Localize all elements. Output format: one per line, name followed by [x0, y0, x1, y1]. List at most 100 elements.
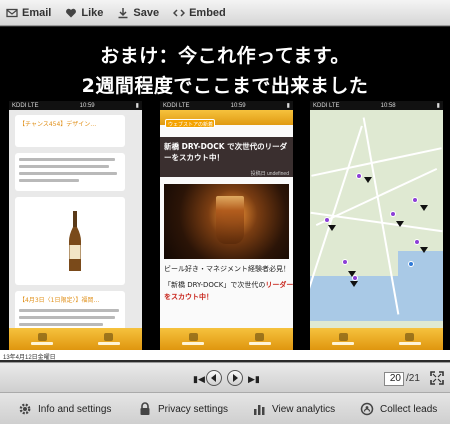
category-badge-label: ウェブストアの新着	[168, 122, 214, 128]
gear-icon	[19, 403, 31, 415]
map-marker-icon	[420, 205, 428, 211]
map-marker-icon	[350, 281, 358, 287]
beer-glass-icon	[216, 196, 244, 244]
collect-leads-button[interactable]: Collect leads	[360, 402, 437, 416]
news-card-title: 【チャンス454】デザイン…	[19, 121, 97, 128]
map-marker-icon	[420, 247, 428, 253]
news-tab-icon	[188, 333, 198, 341]
info-settings-label: Info and settings	[38, 403, 112, 415]
news-tab-icon	[37, 333, 47, 341]
phone-status-bar: KDDI LTE 10:59 ▮	[160, 101, 293, 110]
embed-button[interactable]: Embed	[173, 7, 226, 19]
collect-leads-label: Collect leads	[380, 403, 438, 415]
page-number-input[interactable]: 20	[384, 372, 404, 386]
app-tab-bar	[160, 328, 293, 350]
map-road	[315, 167, 438, 227]
last-slide-button[interactable]: ▶▮	[248, 374, 260, 385]
text-line	[19, 316, 115, 319]
map-pin-icon	[414, 239, 420, 245]
beer-glass-photo	[164, 184, 289, 259]
beer-bottle-image	[69, 211, 81, 271]
email-label: Email	[22, 6, 52, 19]
top-toolbar: Email Like Save Embed	[0, 0, 450, 26]
slide-title-line1: おまけ：今これ作ってます。	[100, 45, 350, 67]
carrier-label: KDDI LTE	[163, 102, 190, 109]
bar-chart-icon	[254, 405, 265, 415]
text-line	[19, 309, 119, 312]
gear-tab-icon	[255, 333, 265, 341]
battery-icon: ▮	[286, 103, 290, 109]
map-marker-icon	[328, 225, 336, 231]
email-button[interactable]: Email	[6, 7, 51, 19]
text-line	[19, 323, 103, 326]
page-total: /21	[406, 373, 420, 384]
phone-status-bar: KDDI LTE 10:58 ▮	[310, 101, 443, 110]
privacy-settings-button[interactable]: Privacy settings	[138, 402, 228, 416]
save-button[interactable]: Save	[117, 7, 159, 19]
carrier-label: KDDI LTE	[12, 102, 39, 109]
app-tab-bar	[9, 328, 142, 350]
article-text-highlight: リーダー	[265, 281, 293, 289]
next-slide-button[interactable]	[227, 370, 243, 386]
current-location-icon	[408, 261, 414, 267]
map-marker-icon	[396, 221, 404, 227]
phone-screenshot-article: KDDI LTE 10:59 ▮ ウェブストアの新着 新橋 DRY-DOCK で…	[160, 101, 293, 350]
gear-tab-icon	[104, 333, 114, 341]
first-slide-button[interactable]: ▮◀	[193, 374, 205, 385]
article-text-span: 「新橋 DRY-DOCK」で次世代の	[164, 281, 266, 289]
privacy-settings-label: Privacy settings	[158, 403, 229, 415]
news-card-text	[15, 153, 125, 191]
time-label: 10:59	[230, 102, 246, 109]
code-icon	[173, 8, 186, 17]
news-card-title: 【4月3日〈1日限定〉】福岡…	[19, 297, 100, 304]
heart-icon	[66, 8, 77, 17]
map-marker-icon	[364, 177, 372, 183]
lock-icon	[140, 402, 150, 415]
tab-news	[27, 333, 57, 345]
gear-tab-icon	[405, 333, 415, 341]
battery-icon: ▮	[135, 103, 139, 109]
slide-caption: 13年4月12日金曜日	[3, 355, 56, 361]
map-pin-icon	[412, 197, 418, 203]
play-right-icon	[233, 374, 238, 382]
view-analytics-button[interactable]: View analytics	[252, 402, 335, 416]
previous-slide-button[interactable]	[206, 370, 222, 386]
tab-news	[178, 333, 208, 345]
fullscreen-icon[interactable]	[430, 371, 444, 385]
map-pin-icon	[342, 259, 348, 265]
time-label: 10:59	[79, 102, 95, 109]
info-settings-button[interactable]: Info and settings	[18, 402, 111, 416]
slide-caption-strip	[0, 350, 450, 360]
phone-screenshot-news-list: KDDI LTE 10:59 ▮ 【チャンス454】デザイン… 【4月3日〈1日…	[9, 101, 142, 350]
news-tab-icon	[338, 333, 348, 341]
play-left-icon	[211, 374, 216, 382]
bottom-action-bar: Info and settings Privacy settings View …	[0, 392, 450, 424]
leads-icon	[360, 402, 374, 416]
tab-news	[328, 333, 358, 345]
article-text-line: 「新橋 DRY-DOCK」で次世代のリーダー	[164, 280, 293, 289]
carrier-label: KDDI LTE	[313, 102, 340, 109]
text-line	[19, 165, 109, 168]
article-text-line: ビール好き・マネジメント経験者必見！	[164, 265, 290, 273]
slide-navigation-bar: ▮◀ ▶▮ 20 /21	[0, 362, 450, 392]
like-label: Like	[81, 6, 104, 19]
news-card: 【チャンス454】デザイン…	[15, 115, 125, 147]
phone-status-bar: KDDI LTE 10:59 ▮	[9, 101, 142, 110]
map-pin-icon	[356, 173, 362, 179]
map-pin-icon	[390, 211, 396, 217]
phone-screenshot-map: KDDI LTE 10:58 ▮	[310, 101, 443, 350]
tab-settings	[395, 333, 425, 345]
category-badge: ウェブストアの新着	[165, 119, 215, 128]
article-text-highlight-line: をスカウト中！	[164, 293, 213, 301]
bay-water	[398, 251, 443, 321]
tab-settings	[245, 333, 275, 345]
battery-icon: ▮	[436, 103, 440, 109]
article-byline: 投稿日 undefined	[250, 171, 289, 177]
app-tab-bar	[310, 328, 443, 350]
tab-settings	[94, 333, 124, 345]
slide-title-line2: 2週間程度でここまで出来ました	[81, 75, 369, 97]
like-button[interactable]: Like	[65, 7, 103, 19]
download-icon	[118, 7, 128, 18]
map-road	[311, 147, 442, 177]
text-line	[19, 172, 117, 175]
